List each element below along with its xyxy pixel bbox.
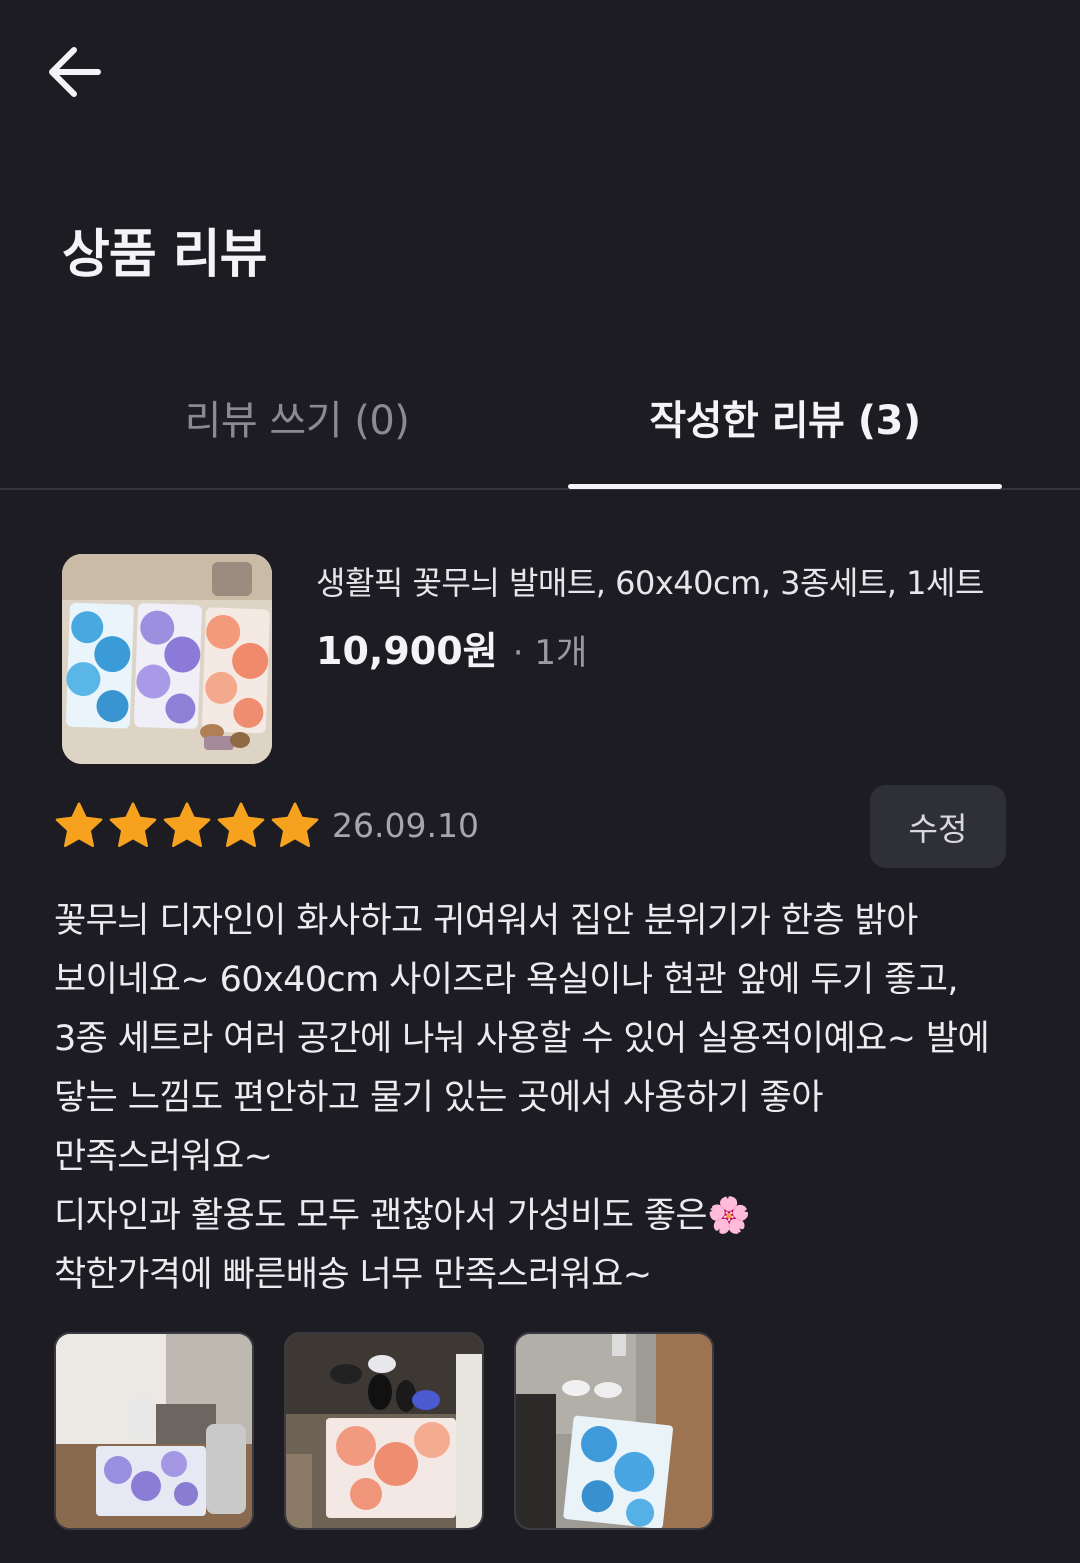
review-line: 만족스러워요~ (54, 1137, 273, 1177)
review-photo-1[interactable] (54, 1332, 254, 1530)
star-rating (54, 802, 320, 850)
review-tabs: 리뷰 쓰기 (0) 작성한 리뷰 (3) (0, 370, 1080, 490)
review-line: 닿는 느낌도 편안하고 물기 있는 곳에서 사용하기 좋아 (54, 1078, 823, 1118)
star-icon (163, 802, 211, 848)
price-row: 10,900원 · 1개 (316, 620, 587, 675)
tab-write-review[interactable]: 리뷰 쓰기 (0) (130, 388, 464, 446)
product-price: 10,900원 (316, 629, 498, 673)
product-quantity: · 1개 (512, 633, 588, 673)
review-photos (54, 1332, 714, 1530)
arrow-left-icon (49, 47, 101, 97)
review-line: 디자인과 활용도 모두 괜찮아서 가성비도 좋은🌸 (54, 1196, 751, 1236)
review-date: 26.09.10 (332, 806, 479, 845)
review-line: 3종 세트라 여러 공간에 나눠 사용할 수 있어 실용적이예요~ 발에 (54, 1019, 990, 1059)
star-icon (55, 802, 103, 848)
review-line: 착한가격에 빠른배송 너무 만족스러워요~ (54, 1255, 652, 1295)
review-line: 꽃무늬 디자인이 화사하고 귀여워서 집안 분위기가 한층 밝아 (54, 901, 918, 941)
back-button[interactable] (44, 42, 108, 102)
star-icon (271, 802, 319, 848)
review-line: 보이네요~ 60x40cm 사이즈라 욕실이나 현관 앞에 두기 좋고, (54, 960, 958, 1000)
edit-review-button[interactable]: 수정 (870, 785, 1006, 868)
page-title: 상품 리뷰 (62, 225, 267, 285)
product-name: 생활픽 꽃무늬 발매트, 60x40cm, 3종세트, 1세트 (316, 564, 984, 602)
star-icon (109, 802, 157, 848)
product-thumbnail[interactable] (62, 554, 272, 764)
review-body: 꽃무늬 디자인이 화사하고 귀여워서 집안 분위기가 한층 밝아보이네요~ 60… (54, 892, 1034, 1305)
active-tab-indicator (568, 484, 1002, 489)
tab-written-reviews[interactable]: 작성한 리뷰 (3) (568, 388, 1002, 446)
review-photo-3[interactable] (514, 1332, 714, 1530)
star-icon (217, 802, 265, 848)
review-photo-2[interactable] (284, 1332, 484, 1530)
